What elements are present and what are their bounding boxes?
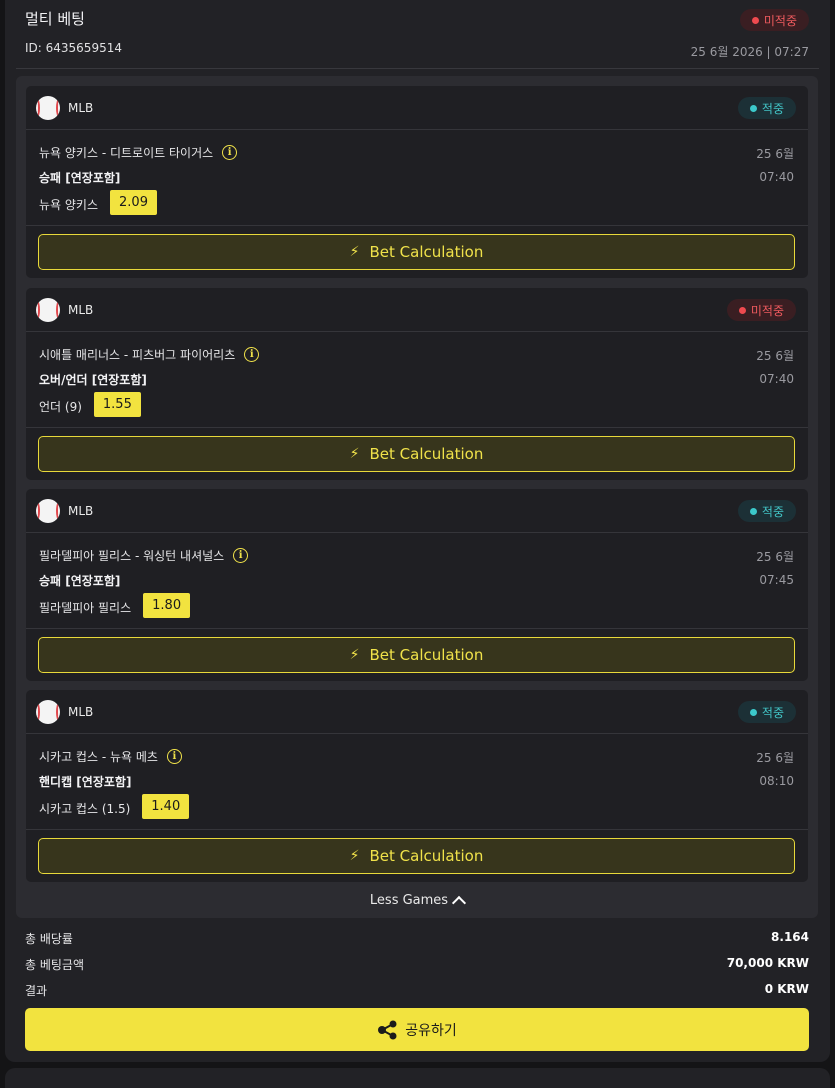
market-name: 승패 [연장포함] bbox=[39, 574, 121, 588]
info-icon[interactable]: i bbox=[222, 145, 238, 160]
less-games-button[interactable]: Less Games bbox=[16, 893, 818, 911]
baseball-icon bbox=[36, 298, 60, 322]
bet-calculation-label: Bet Calculation bbox=[369, 445, 484, 463]
bolt-icon: ⚡︎ bbox=[349, 244, 360, 260]
bet-type-title: 멀티 베팅 bbox=[25, 10, 85, 28]
slip-status-label: 미적중 bbox=[763, 13, 797, 28]
bolt-icon: ⚡︎ bbox=[349, 848, 360, 864]
baseball-icon bbox=[36, 499, 60, 523]
game-card: MLB 적중 시카고 컵스 - 뉴욕 메츠 i 25 6월 핸디캡 [연장포함]… bbox=[26, 690, 808, 882]
bolt-icon: ⚡︎ bbox=[349, 446, 360, 462]
info-icon[interactable]: i bbox=[244, 347, 260, 362]
status-dot-icon bbox=[751, 16, 759, 24]
bet-calculation-button[interactable]: ⚡︎ Bet Calculation bbox=[38, 234, 795, 270]
bet-calculation-label: Bet Calculation bbox=[369, 646, 484, 664]
total-odds-value: 8.164 bbox=[771, 930, 809, 944]
bolt-icon: ⚡︎ bbox=[349, 647, 360, 663]
next-bet-card bbox=[5, 1068, 830, 1088]
bet-calculation-button[interactable]: ⚡︎ Bet Calculation bbox=[38, 436, 795, 472]
odds-badge: 1.80 bbox=[143, 593, 191, 618]
result-value: 0 KRW bbox=[764, 982, 809, 996]
match-date: 25 6월 bbox=[756, 147, 794, 161]
games-list: MLB 적중 뉴욕 양키스 - 디트로이트 타이거스 i 25 6월 승패 [연… bbox=[16, 76, 818, 918]
bet-calculation-button[interactable]: ⚡︎ Bet Calculation bbox=[38, 838, 795, 874]
divider bbox=[26, 427, 808, 428]
status-dot-icon bbox=[749, 507, 757, 515]
share-button[interactable]: 공유하기 bbox=[25, 1008, 809, 1051]
info-icon[interactable]: i bbox=[166, 749, 182, 764]
bet-datetime: 25 6월 2026 | 07:27 bbox=[690, 45, 809, 59]
header-divider bbox=[16, 68, 819, 69]
result-label: 결과 bbox=[25, 984, 48, 998]
league-name: MLB bbox=[68, 303, 94, 317]
match-title: 시카고 컵스 - 뉴욕 메츠 i bbox=[39, 748, 182, 765]
match-time: 07:40 bbox=[759, 372, 794, 386]
game-status-badge: 적중 bbox=[737, 500, 796, 522]
pick-label: 필라델피아 필리스 bbox=[39, 601, 132, 615]
market-name: 승패 [연장포함] bbox=[39, 171, 121, 185]
league-name: MLB bbox=[68, 504, 94, 518]
match-date: 25 6월 bbox=[756, 550, 794, 564]
share-label: 공유하기 bbox=[405, 1022, 457, 1039]
share-icon bbox=[378, 1020, 397, 1039]
baseball-icon bbox=[36, 700, 60, 724]
odds-badge: 1.55 bbox=[93, 392, 141, 417]
game-status-label: 적중 bbox=[761, 504, 784, 519]
game-card: MLB 적중 필라델피아 필리스 - 워싱턴 내셔널스 i 25 6월 승패 [… bbox=[26, 489, 808, 681]
less-games-label: Less Games bbox=[369, 893, 449, 908]
pick-label: 언더 (9) bbox=[39, 400, 82, 414]
total-stake-label: 총 베팅금액 bbox=[25, 958, 85, 972]
game-status-badge: 적중 bbox=[737, 97, 796, 119]
total-stake-value: 70,000 KRW bbox=[726, 956, 809, 970]
market-name: 핸디캡 [연장포함] bbox=[39, 775, 132, 789]
chevron-up-icon bbox=[452, 895, 467, 911]
divider bbox=[26, 331, 808, 332]
market-name: 오버/언더 [연장포함] bbox=[39, 373, 147, 387]
match-date: 25 6월 bbox=[756, 349, 794, 363]
pick-label: 시카고 컵스 (1.5) bbox=[39, 802, 131, 816]
odds-badge: 1.40 bbox=[142, 794, 190, 819]
match-teams: 시카고 컵스 - 뉴욕 메츠 bbox=[39, 750, 158, 764]
divider bbox=[26, 829, 808, 830]
slip-status-badge: 미적중 bbox=[739, 9, 809, 31]
pick-label: 뉴욕 양키스 bbox=[39, 198, 99, 212]
divider bbox=[26, 628, 808, 629]
league-name: MLB bbox=[68, 705, 94, 719]
divider bbox=[26, 532, 808, 533]
game-status-badge: 적중 bbox=[737, 701, 796, 723]
divider bbox=[26, 225, 808, 226]
bet-id: ID: 6435659514 bbox=[25, 41, 122, 55]
match-time: 08:10 bbox=[759, 774, 794, 788]
status-dot-icon bbox=[738, 306, 746, 314]
odds-badge: 2.09 bbox=[110, 190, 157, 215]
match-title: 시애틀 매리너스 - 피츠버그 파이어리츠 i bbox=[39, 346, 260, 363]
match-teams: 시애틀 매리너스 - 피츠버그 파이어리츠 bbox=[39, 348, 236, 362]
game-status-label: 적중 bbox=[761, 705, 784, 720]
status-dot-icon bbox=[749, 104, 757, 112]
match-title: 뉴욕 양키스 - 디트로이트 타이거스 i bbox=[39, 144, 238, 161]
match-teams: 필라델피아 필리스 - 워싱턴 내셔널스 bbox=[39, 549, 225, 563]
match-time: 07:40 bbox=[759, 170, 794, 184]
match-teams: 뉴욕 양키스 - 디트로이트 타이거스 bbox=[39, 146, 214, 160]
baseball-icon bbox=[36, 96, 60, 120]
game-status-label: 미적중 bbox=[750, 303, 784, 318]
game-status-badge: 미적중 bbox=[726, 299, 796, 321]
total-odds-label: 총 배당률 bbox=[25, 932, 73, 946]
league-name: MLB bbox=[68, 101, 94, 115]
match-date: 25 6월 bbox=[756, 751, 794, 765]
bet-calculation-button[interactable]: ⚡︎ Bet Calculation bbox=[38, 637, 795, 673]
divider bbox=[26, 733, 808, 734]
bet-slip-card: 멀티 베팅 미적중 ID: 6435659514 25 6월 2026 | 07… bbox=[5, 0, 830, 1062]
game-status-label: 적중 bbox=[761, 101, 784, 116]
game-card: MLB 적중 뉴욕 양키스 - 디트로이트 타이거스 i 25 6월 승패 [연… bbox=[26, 86, 808, 278]
match-title: 필라델피아 필리스 - 워싱턴 내셔널스 i bbox=[39, 547, 249, 564]
bet-calculation-label: Bet Calculation bbox=[369, 847, 484, 865]
status-dot-icon bbox=[749, 708, 757, 716]
divider bbox=[26, 129, 808, 130]
info-icon[interactable]: i bbox=[233, 548, 249, 563]
game-card: MLB 미적중 시애틀 매리너스 - 피츠버그 파이어리츠 i 25 6월 오버… bbox=[26, 288, 808, 480]
bet-calculation-label: Bet Calculation bbox=[369, 243, 484, 261]
match-time: 07:45 bbox=[759, 573, 794, 587]
